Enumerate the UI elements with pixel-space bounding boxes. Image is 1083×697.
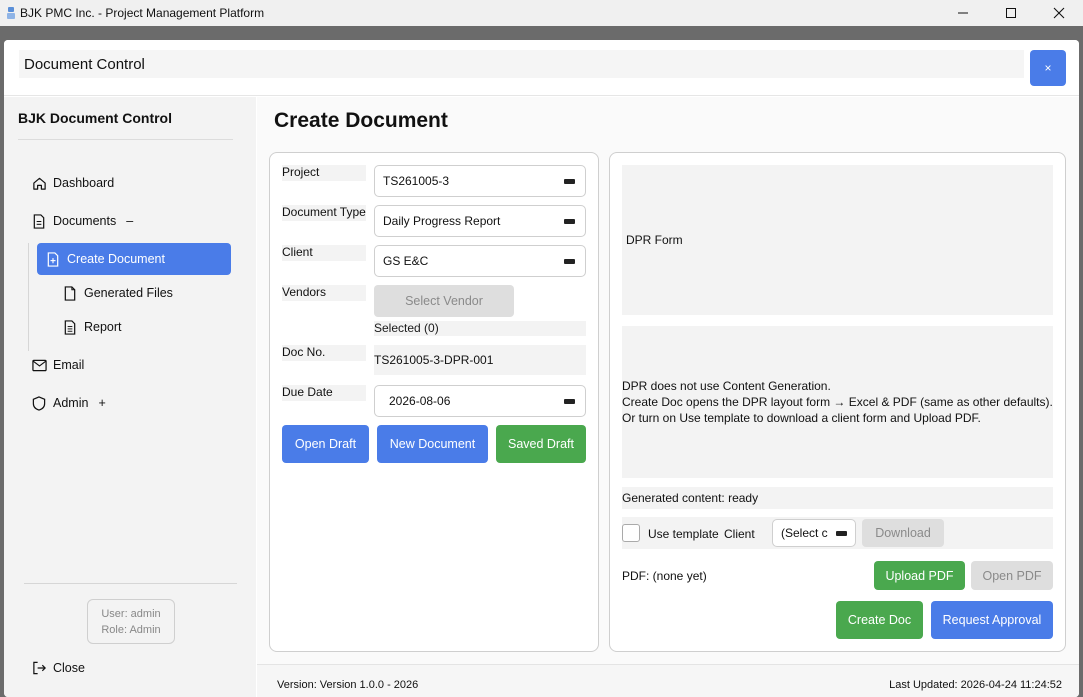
client-label: Client — [282, 245, 366, 261]
generated-status: Generated content: ready — [622, 491, 759, 505]
selected-vendors-count: Selected (0) — [374, 321, 586, 336]
due-date-picker[interactable]: 2026-08-06 — [374, 385, 586, 417]
sidebar-item-label: Dashboard — [53, 176, 115, 190]
sidebar-bottom-divider — [24, 583, 237, 584]
sidebar-item-dashboard[interactable]: Dashboard — [31, 167, 114, 199]
open-draft-button[interactable]: Open Draft — [282, 425, 369, 463]
window-titlebar: BJK PMC Inc. - Project Management Platfo… — [0, 0, 1083, 26]
main-content: Create Document Project TS261005-3 Docum… — [257, 97, 1079, 697]
dropdown-caret-icon — [564, 259, 575, 264]
sidebar-item-label: Report — [84, 320, 122, 334]
sidebar-item-create-document[interactable]: Create Document — [37, 243, 231, 275]
file-icon — [62, 285, 78, 301]
template-client-select[interactable]: (Select c — [772, 519, 856, 547]
pdf-status: PDF: (none yet) — [622, 569, 707, 583]
create-doc-button[interactable]: Create Doc — [836, 601, 923, 639]
shield-icon — [31, 395, 47, 411]
sidebar: BJK Document Control Dashboard Documents… — [4, 97, 256, 697]
sidebar-item-email[interactable]: Email — [31, 349, 84, 381]
sidebar-item-label: Generated Files — [84, 286, 173, 300]
dropdown-caret-icon — [564, 179, 575, 184]
use-template-label: Use template — [648, 527, 719, 541]
saved-draft-button[interactable]: Saved Draft — [496, 425, 586, 463]
logout-icon — [31, 660, 47, 676]
document-form-panel: Project TS261005-3 Document Type Daily P… — [269, 152, 599, 652]
sidebar-item-documents[interactable]: Documents – — [31, 205, 133, 237]
document-type-select-value: Daily Progress Report — [383, 214, 501, 228]
client-select[interactable]: GS E&C — [374, 245, 586, 277]
request-approval-button[interactable]: Request Approval — [931, 601, 1053, 639]
template-row: Use template Client (Select c Download — [622, 517, 1053, 549]
dropdown-caret-icon — [564, 399, 575, 404]
document-control-dialog: Document Control × BJK Document Control … — [4, 40, 1079, 697]
dialog-close-button[interactable]: × — [1030, 50, 1066, 86]
window-title: BJK PMC Inc. - Project Management Platfo… — [20, 6, 265, 20]
sidebar-item-label: Email — [53, 358, 85, 372]
doc-no-value: TS261005-3-DPR-001 — [374, 345, 586, 375]
user-role: Role: Admin — [101, 623, 161, 636]
app-icon — [4, 6, 18, 20]
close-label: Close — [53, 661, 85, 675]
sidebar-item-report[interactable]: Report — [62, 311, 122, 343]
generated-status-bar: Generated content: ready — [622, 487, 1053, 509]
sidebar-title: BJK Document Control — [18, 110, 172, 126]
dropdown-caret-icon — [564, 219, 575, 224]
sidebar-item-generated-files[interactable]: Generated Files — [62, 277, 173, 309]
expand-indicator: + — [98, 396, 106, 410]
dpr-form-title: DPR Form — [626, 233, 683, 247]
download-button[interactable]: Download — [862, 519, 944, 547]
dpr-form-area: DPR Form — [622, 165, 1053, 315]
user-name: User: admin — [101, 607, 161, 620]
info-line-2: Create Doc opens the DPR layout form → E… — [622, 395, 1053, 409]
dialog-title: Document Control — [24, 55, 145, 73]
due-date-label: Due Date — [282, 385, 366, 401]
last-updated-text: Last Updated: 2026-04-24 11:24:52 — [889, 679, 1062, 691]
page-title: Create Document — [274, 109, 448, 132]
sidebar-item-label: Admin — [53, 396, 89, 410]
client-select-value: GS E&C — [383, 254, 429, 268]
dpr-form-panel: DPR Form DPR does not use Content Genera… — [609, 152, 1066, 652]
sidebar-close-button[interactable]: Close — [31, 652, 85, 684]
minimize-button[interactable] — [939, 0, 987, 26]
window-controls — [939, 0, 1083, 26]
project-select-value: TS261005-3 — [383, 174, 450, 188]
due-date-value: 2026-08-06 — [389, 394, 451, 408]
home-icon — [31, 175, 47, 191]
mail-icon — [31, 357, 47, 373]
new-document-button[interactable]: New Document — [377, 425, 488, 463]
project-label: Project — [282, 165, 366, 181]
select-vendor-button[interactable]: Select Vendor — [374, 285, 514, 317]
footer: Version: Version 1.0.0 - 2026 Last Updat… — [257, 664, 1079, 697]
maximize-button[interactable] — [987, 0, 1035, 26]
sidebar-item-label: Create Document — [67, 252, 165, 266]
doc-no-label: Doc No. — [282, 345, 366, 361]
document-type-select[interactable]: Daily Progress Report — [374, 205, 586, 237]
info-text-area: DPR does not use Content Generation. Cre… — [622, 326, 1053, 478]
window-close-button[interactable] — [1035, 0, 1083, 26]
use-template-checkbox[interactable] — [622, 524, 640, 542]
document-type-label: Document Type — [282, 205, 366, 221]
template-client-label: Client — [724, 527, 755, 541]
report-icon — [62, 319, 78, 335]
vendors-label: Vendors — [282, 285, 366, 301]
version-text: Version: Version 1.0.0 - 2026 — [277, 679, 419, 691]
collapse-indicator: – — [126, 214, 134, 228]
dropdown-caret-icon — [836, 531, 847, 536]
project-select[interactable]: TS261005-3 — [374, 165, 586, 197]
submenu-guide-line — [28, 243, 29, 351]
open-pdf-button[interactable]: Open PDF — [971, 561, 1053, 590]
sidebar-divider — [18, 139, 233, 140]
info-line-1: DPR does not use Content Generation. — [622, 379, 831, 393]
template-client-value: (Select c — [781, 526, 828, 540]
upload-pdf-button[interactable]: Upload PDF — [874, 561, 965, 590]
document-icon — [31, 213, 47, 229]
dialog-header: Document Control × — [4, 40, 1079, 96]
sidebar-item-admin[interactable]: Admin + — [31, 387, 106, 419]
sidebar-item-label: Documents — [53, 214, 117, 228]
info-line-3: Or turn on Use template to download a cl… — [622, 411, 981, 425]
dialog-title-box: Document Control — [19, 50, 1024, 78]
document-plus-icon — [45, 251, 61, 267]
user-info-box: User: admin Role: Admin — [87, 599, 175, 644]
